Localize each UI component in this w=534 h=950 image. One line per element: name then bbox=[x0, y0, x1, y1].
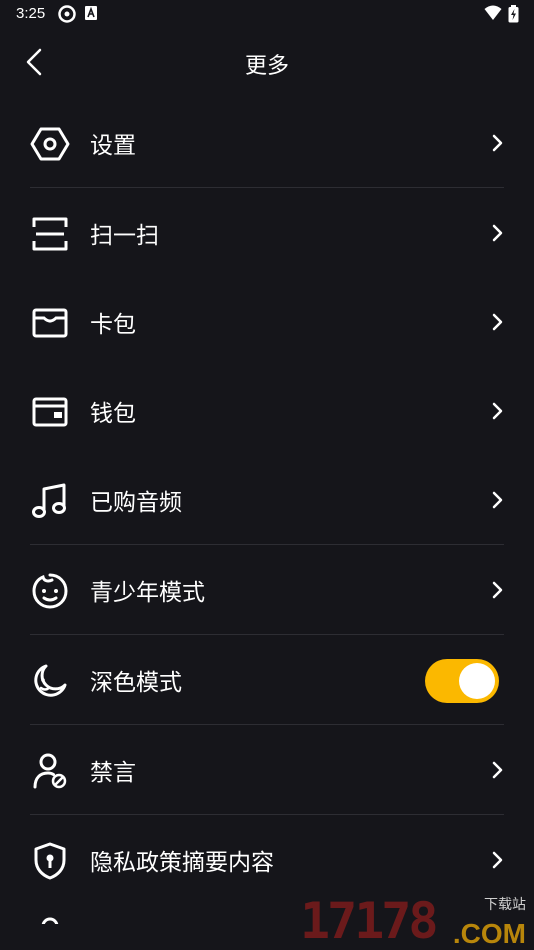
card-wallet-icon bbox=[32, 308, 68, 338]
menu-list: 设置 扫一扫 卡包 钱包 已购音频 青少年模式 深色模式 禁言 隐私政策摘要内容 bbox=[30, 98, 504, 924]
moon-icon bbox=[34, 664, 67, 697]
menu-item-label: 卡包 bbox=[90, 312, 136, 338]
page-title: 更多 bbox=[244, 54, 289, 79]
music-note-icon bbox=[32, 483, 66, 518]
menu-item-scan[interactable]: 扫一扫 bbox=[30, 188, 504, 277]
user-banned-icon bbox=[33, 753, 67, 789]
menu-item-settings[interactable]: 设置 bbox=[30, 98, 504, 187]
battery-icon bbox=[508, 5, 519, 23]
menu-item-teen-mode[interactable]: 青少年模式 bbox=[30, 545, 504, 634]
chevron-right-icon bbox=[492, 761, 503, 779]
menu-item-label: 设置 bbox=[90, 133, 136, 159]
status-time: 3:25 bbox=[16, 5, 46, 22]
menu-item-label: 深色模式 bbox=[90, 670, 182, 696]
watermark-logo: 17178 下载站 .COM bbox=[300, 890, 530, 950]
menu-item-label: 扫一扫 bbox=[90, 223, 159, 249]
menu-item-label: 隐私政策摘要内容 bbox=[90, 850, 274, 876]
menu-item-purchased-audio[interactable]: 已购音频 bbox=[30, 455, 504, 544]
status-bar: 3:25 bbox=[0, 0, 534, 28]
menu-item-mute[interactable]: 禁言 bbox=[30, 725, 504, 814]
chevron-right-icon bbox=[492, 313, 503, 331]
shield-lock-icon bbox=[34, 842, 66, 880]
header: 更多 bbox=[0, 36, 534, 88]
menu-item-card-pack[interactable]: 卡包 bbox=[30, 277, 504, 366]
aperture-icon bbox=[58, 5, 76, 23]
wifi-icon bbox=[484, 5, 502, 20]
menu-item-dark-mode: 深色模式 bbox=[30, 635, 504, 724]
menu-item-label: 钱包 bbox=[90, 401, 136, 427]
chevron-right-icon bbox=[492, 581, 503, 599]
watermark-text: 下载站 bbox=[484, 897, 526, 913]
chevron-right-icon bbox=[492, 402, 503, 420]
wallet-icon bbox=[32, 397, 68, 427]
toggle-knob bbox=[459, 663, 495, 699]
chevron-right-icon bbox=[492, 224, 503, 242]
chevron-right-icon bbox=[492, 491, 503, 509]
settings-hexagon-icon bbox=[30, 127, 70, 161]
menu-item-label: 已购音频 bbox=[90, 490, 182, 516]
child-face-icon bbox=[32, 573, 68, 609]
watermark-domain: .COM bbox=[452, 918, 526, 949]
menu-item-label: 禁言 bbox=[90, 760, 136, 786]
app-a-icon bbox=[85, 6, 97, 20]
watermark-number: 17178 bbox=[300, 892, 439, 950]
chevron-right-icon bbox=[492, 134, 503, 152]
dark-mode-toggle[interactable] bbox=[425, 659, 499, 703]
menu-item-label: 青少年模式 bbox=[90, 580, 205, 606]
scan-icon bbox=[32, 217, 68, 251]
chevron-right-icon bbox=[492, 851, 503, 869]
menu-item-wallet[interactable]: 钱包 bbox=[30, 366, 504, 455]
partial-icon bbox=[41, 917, 59, 924]
